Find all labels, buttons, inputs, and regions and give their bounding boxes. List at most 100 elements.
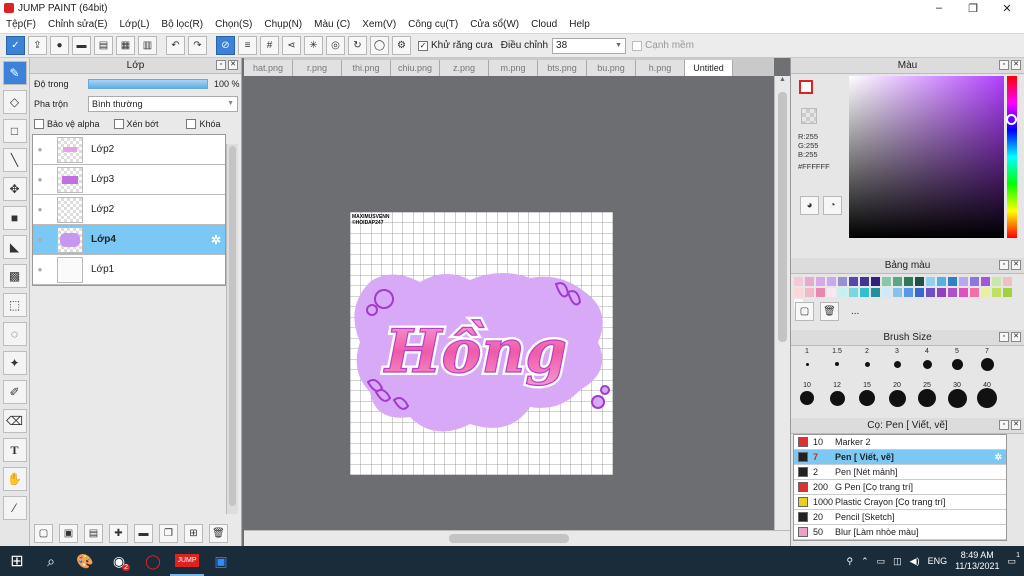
brush-item[interactable]: 10 Marker 2 [794, 435, 1006, 450]
concentric-icon[interactable]: ◎ [326, 36, 345, 55]
palette-swatch[interactable] [904, 277, 913, 286]
gear-icon[interactable]: ✲ [994, 452, 1002, 463]
canvas-horizontal-scrollbar[interactable] [244, 530, 790, 546]
palette-swatch[interactable] [794, 288, 803, 297]
radial-icon[interactable]: ✳ [304, 36, 323, 55]
visibility-icon[interactable]: ● [33, 205, 47, 214]
scroll-thumb[interactable] [449, 534, 569, 543]
menu-edit[interactable]: Chỉnh sửa(E) [42, 19, 114, 30]
page-icon[interactable]: ▤ [94, 36, 113, 55]
canvas-vertical-scrollbar[interactable]: ▲ [774, 76, 790, 532]
palette-swatch[interactable] [926, 288, 935, 297]
brush-item-selected[interactable]: 7 Pen [ Viết, vẽ] ✲ [794, 450, 1006, 465]
adjust-select[interactable]: 38 ▼ [552, 37, 627, 54]
artwork-canvas[interactable]: Hồng Hồng MAXIMUSVENN ©HOIDAP247 [350, 212, 613, 475]
panel-float-icon[interactable]: ▫ [216, 60, 226, 70]
layer-item-selected[interactable]: ● Lớp4 ✲ [33, 225, 225, 255]
brush-item[interactable]: 1000 Plastic Crayon [Cọ trang trí] [794, 495, 1006, 510]
text-tool-icon[interactable]: T [2, 438, 27, 462]
rectangle-tool-icon[interactable]: □ [2, 119, 27, 143]
scroll-thumb[interactable] [229, 146, 236, 506]
paint-app-icon[interactable]: 🎨 [68, 546, 102, 576]
doc-tab[interactable]: bts.png [538, 60, 587, 76]
brush-size-dot[interactable] [947, 388, 967, 408]
maximize-button[interactable]: ❐ [956, 2, 990, 15]
export-icon[interactable]: ⇪ [28, 36, 47, 55]
panel-close-icon[interactable]: ✕ [228, 60, 238, 70]
panel-close-icon[interactable]: ✕ [1011, 260, 1021, 270]
palette-swatch[interactable] [981, 288, 990, 297]
palette-swatch[interactable] [805, 277, 814, 286]
doc-tab[interactable]: chiu.png [391, 60, 440, 76]
brush-item[interactable]: 200 G Pen [Cọ trang trí] [794, 480, 1006, 495]
new-folder-layer-icon[interactable]: ▣ [59, 523, 78, 543]
palette-swatch[interactable] [849, 288, 858, 297]
doc-tab[interactable]: hat.png [244, 60, 293, 76]
visibility-icon[interactable]: ● [33, 145, 47, 154]
curve-ruler-icon[interactable]: ↻ [348, 36, 367, 55]
grid-ruler-icon[interactable]: # [260, 36, 279, 55]
brush-size-dot[interactable] [980, 357, 994, 371]
select-eraser-icon[interactable]: ⌫ [2, 409, 27, 433]
menu-view[interactable]: Xem(V) [356, 19, 402, 30]
brush-size-dot[interactable] [864, 361, 870, 367]
layer-item[interactable]: ● Lớp2 [33, 135, 225, 165]
jump-paint-taskbar-icon[interactable]: JUMP [170, 546, 204, 576]
menu-file[interactable]: Tệp(F) [0, 19, 42, 30]
doc-tab-active[interactable]: Untitled [685, 60, 733, 76]
redo-icon[interactable]: ↷ [188, 36, 207, 55]
palette-swatch[interactable] [860, 288, 869, 297]
doc-tab[interactable]: h.png [636, 60, 685, 76]
menu-cloud[interactable]: Cloud [525, 19, 563, 30]
protect-alpha-checkbox[interactable] [34, 119, 44, 129]
brush-tool-icon[interactable]: ✎ [2, 61, 27, 85]
panel-float-icon[interactable]: ▫ [999, 60, 1009, 70]
doc-tab[interactable]: bu.png [587, 60, 636, 76]
frame-icon[interactable]: ▦ [116, 36, 135, 55]
eyedrop-icon[interactable]: ◔ [823, 196, 842, 215]
layer-item[interactable]: ● Lớp3 [33, 165, 225, 195]
parallel-ruler-icon[interactable]: ≡ [238, 36, 257, 55]
visibility-icon[interactable]: ● [33, 265, 47, 274]
brush-size-dot[interactable] [922, 359, 932, 369]
gear-icon[interactable]: ✲ [211, 233, 221, 247]
menu-color[interactable]: Màu (C) [308, 19, 356, 30]
layer-item[interactable]: ● Lớp1 [33, 255, 225, 285]
minimize-button[interactable]: – [922, 2, 956, 15]
palette-swatch[interactable] [816, 288, 825, 297]
antialias-checkbox[interactable]: ✓ [418, 40, 428, 51]
palette-swatch[interactable] [970, 288, 979, 297]
blend-select[interactable]: Bình thường ▼ [88, 96, 238, 112]
start-windows-icon[interactable]: ⊞ [0, 546, 34, 576]
folder-icon[interactable]: ▬ [134, 523, 153, 543]
brush-item[interactable]: 2 Pen [Nét mảnh] [794, 465, 1006, 480]
hue-handle[interactable] [1006, 114, 1017, 125]
palette-swatch[interactable] [882, 288, 891, 297]
undo-icon[interactable]: ↶ [166, 36, 185, 55]
palette-swatch[interactable] [871, 288, 880, 297]
doc-tab[interactable]: thi.png [342, 60, 391, 76]
search-icon[interactable]: ⌕ [34, 546, 68, 576]
panel-float-icon[interactable]: ▫ [999, 332, 1009, 342]
menu-tools[interactable]: Công cụ(T) [402, 19, 464, 30]
brush-size-dot[interactable] [829, 390, 845, 406]
brush-size-dot[interactable] [977, 388, 997, 408]
bucket-tool-icon[interactable]: ◣ [2, 235, 27, 259]
speech-bubble-icon[interactable]: ● [50, 36, 69, 55]
palette-swatch[interactable] [794, 277, 803, 286]
palette-swatch[interactable] [959, 288, 968, 297]
palette-swatch[interactable] [926, 277, 935, 286]
palette-swatch[interactable] [838, 288, 847, 297]
new-text-layer-icon[interactable]: ▤ [84, 523, 103, 543]
battery-icon[interactable]: ▭ [877, 556, 886, 567]
palette-swatch[interactable] [893, 288, 902, 297]
palette-swatch[interactable] [937, 288, 946, 297]
close-button[interactable]: ✕ [990, 2, 1024, 15]
palette-swatch[interactable] [805, 288, 814, 297]
saturation-value-picker[interactable] [849, 76, 1004, 238]
menu-capture[interactable]: Chụp(N) [258, 19, 308, 30]
palette-swatch[interactable] [992, 288, 1001, 297]
palette-swatch[interactable] [893, 277, 902, 286]
perspective-icon[interactable]: ⋖ [282, 36, 301, 55]
palette-swatch[interactable] [871, 277, 880, 286]
